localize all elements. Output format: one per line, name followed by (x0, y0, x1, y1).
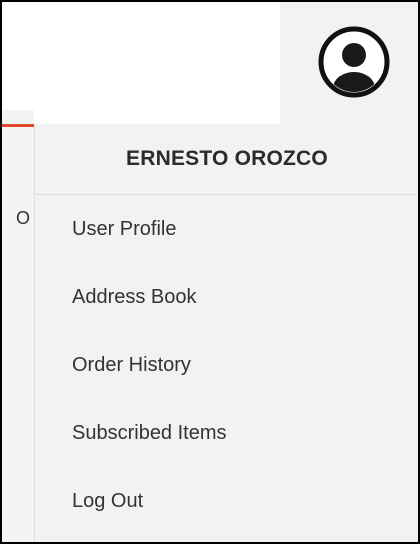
user-menu-list: User Profile Address Book Order History … (35, 195, 418, 535)
menu-item-subscribed-items[interactable]: Subscribed Items (35, 399, 418, 467)
menu-item-log-out[interactable]: Log Out (35, 467, 418, 535)
user-name-heading: ERNESTO OROZCO (35, 124, 418, 195)
menu-item-address-book[interactable]: Address Book (35, 263, 418, 331)
header-accent-line (2, 124, 34, 127)
menu-item-user-profile[interactable]: User Profile (35, 195, 418, 263)
background-page-edge (2, 110, 34, 542)
user-avatar-icon[interactable] (318, 26, 390, 98)
user-dropdown-menu: ERNESTO OROZCO User Profile Address Book… (34, 124, 418, 542)
background-partial-text: Ol (16, 208, 30, 228)
screenshot-frame: Ol ERNESTO OROZCO User Profile Address B… (0, 0, 420, 544)
header-bar (2, 2, 280, 110)
menu-item-order-history[interactable]: Order History (35, 331, 418, 399)
